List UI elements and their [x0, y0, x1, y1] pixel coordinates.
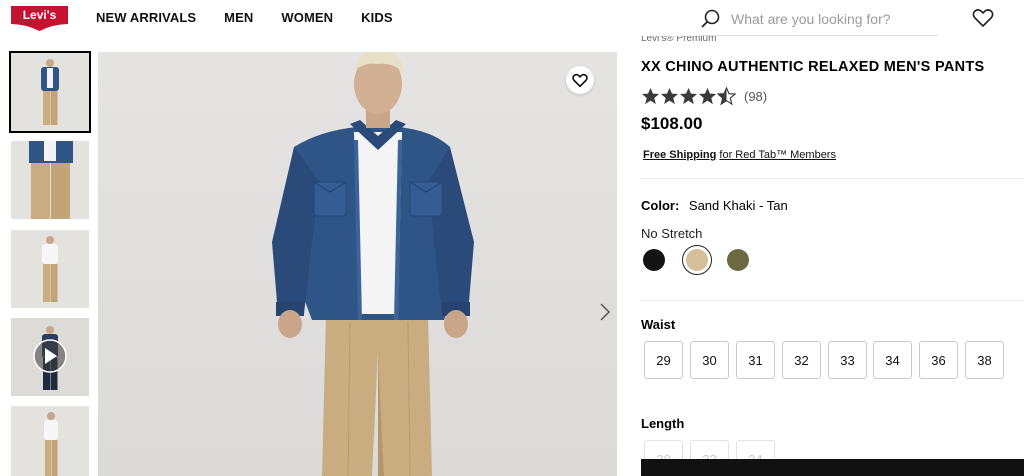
- search-bar: [700, 6, 938, 36]
- waist-size-36[interactable]: 36: [919, 341, 958, 379]
- thumbnail-image: [11, 406, 89, 476]
- shipping-terms-link[interactable]: for Red Tab™ Members: [719, 149, 836, 161]
- review-count[interactable]: (98): [744, 89, 767, 104]
- waist-size-31[interactable]: 31: [736, 341, 775, 379]
- free-shipping-link[interactable]: Free Shipping: [643, 149, 716, 161]
- main-nav: NEW ARRIVALS MEN WOMEN KIDS: [96, 10, 421, 25]
- price: $108.00: [641, 114, 703, 133]
- shipping-note: Free Shipping for Red Tab™ Members: [643, 149, 836, 161]
- nav-women[interactable]: WOMEN: [281, 10, 333, 25]
- brand-line: Levi's® Premium: [641, 36, 717, 44]
- chevron-right-icon[interactable]: [598, 302, 612, 322]
- star-half-icon: [717, 87, 736, 106]
- thumbnail-image: [11, 141, 89, 219]
- waist-label: Waist: [641, 317, 676, 332]
- length-label: Length: [641, 416, 685, 431]
- color-selection: Color: Sand Khaki - Tan: [641, 198, 788, 213]
- divider: [641, 300, 1024, 301]
- nav-men[interactable]: MEN: [224, 10, 253, 25]
- search-input[interactable]: [731, 7, 931, 31]
- star-icon: [641, 87, 660, 105]
- main-product-image[interactable]: [98, 52, 617, 476]
- levis-logo[interactable]: Levi's: [10, 5, 69, 32]
- color-label: Color:: [641, 198, 680, 213]
- site-header: Levi's NEW ARRIVALS MEN WOMEN KIDS: [0, 0, 1024, 38]
- model-illustration: [272, 52, 474, 476]
- waist-size-38[interactable]: 38: [965, 341, 1004, 379]
- waist-size-32[interactable]: 32: [782, 341, 821, 379]
- swatch-black[interactable]: [643, 249, 665, 271]
- thumbnail-video[interactable]: [11, 318, 89, 396]
- favorite-button[interactable]: [566, 66, 594, 94]
- thumbnail-1[interactable]: [9, 51, 91, 133]
- waist-size-30[interactable]: 30: [690, 341, 729, 379]
- waist-size-34[interactable]: 34: [873, 341, 912, 379]
- rating-stars[interactable]: (98): [641, 87, 767, 106]
- thumbnail-image: [11, 318, 89, 396]
- star-icon: [679, 87, 698, 105]
- thumbnail-2[interactable]: [11, 141, 89, 219]
- waist-size-29[interactable]: 29: [644, 341, 683, 379]
- divider: [641, 178, 1024, 179]
- waist-size-33[interactable]: 33: [828, 341, 867, 379]
- color-value: Sand Khaki - Tan: [688, 198, 788, 213]
- thumbnail-3[interactable]: [11, 230, 89, 308]
- thumbnail-image: [11, 230, 89, 308]
- stretch-label: No Stretch: [641, 226, 703, 241]
- logo-text: Levi's: [23, 8, 57, 22]
- thumbnail-image: [11, 53, 89, 131]
- swatch-olive[interactable]: [727, 249, 749, 271]
- thumbnail-5[interactable]: [11, 406, 89, 476]
- heart-icon: [572, 73, 588, 87]
- swatch-sand-khaki[interactable]: [686, 249, 708, 271]
- heart-icon[interactable]: [972, 8, 994, 28]
- nav-kids[interactable]: KIDS: [361, 10, 392, 25]
- search-icon[interactable]: [700, 8, 722, 30]
- add-to-bag-button[interactable]: [641, 459, 1024, 476]
- star-icon: [698, 87, 717, 105]
- star-icon: [660, 87, 679, 105]
- nav-new-arrivals[interactable]: NEW ARRIVALS: [96, 10, 196, 25]
- product-title: XX CHINO AUTHENTIC RELAXED MEN'S PANTS: [641, 59, 985, 75]
